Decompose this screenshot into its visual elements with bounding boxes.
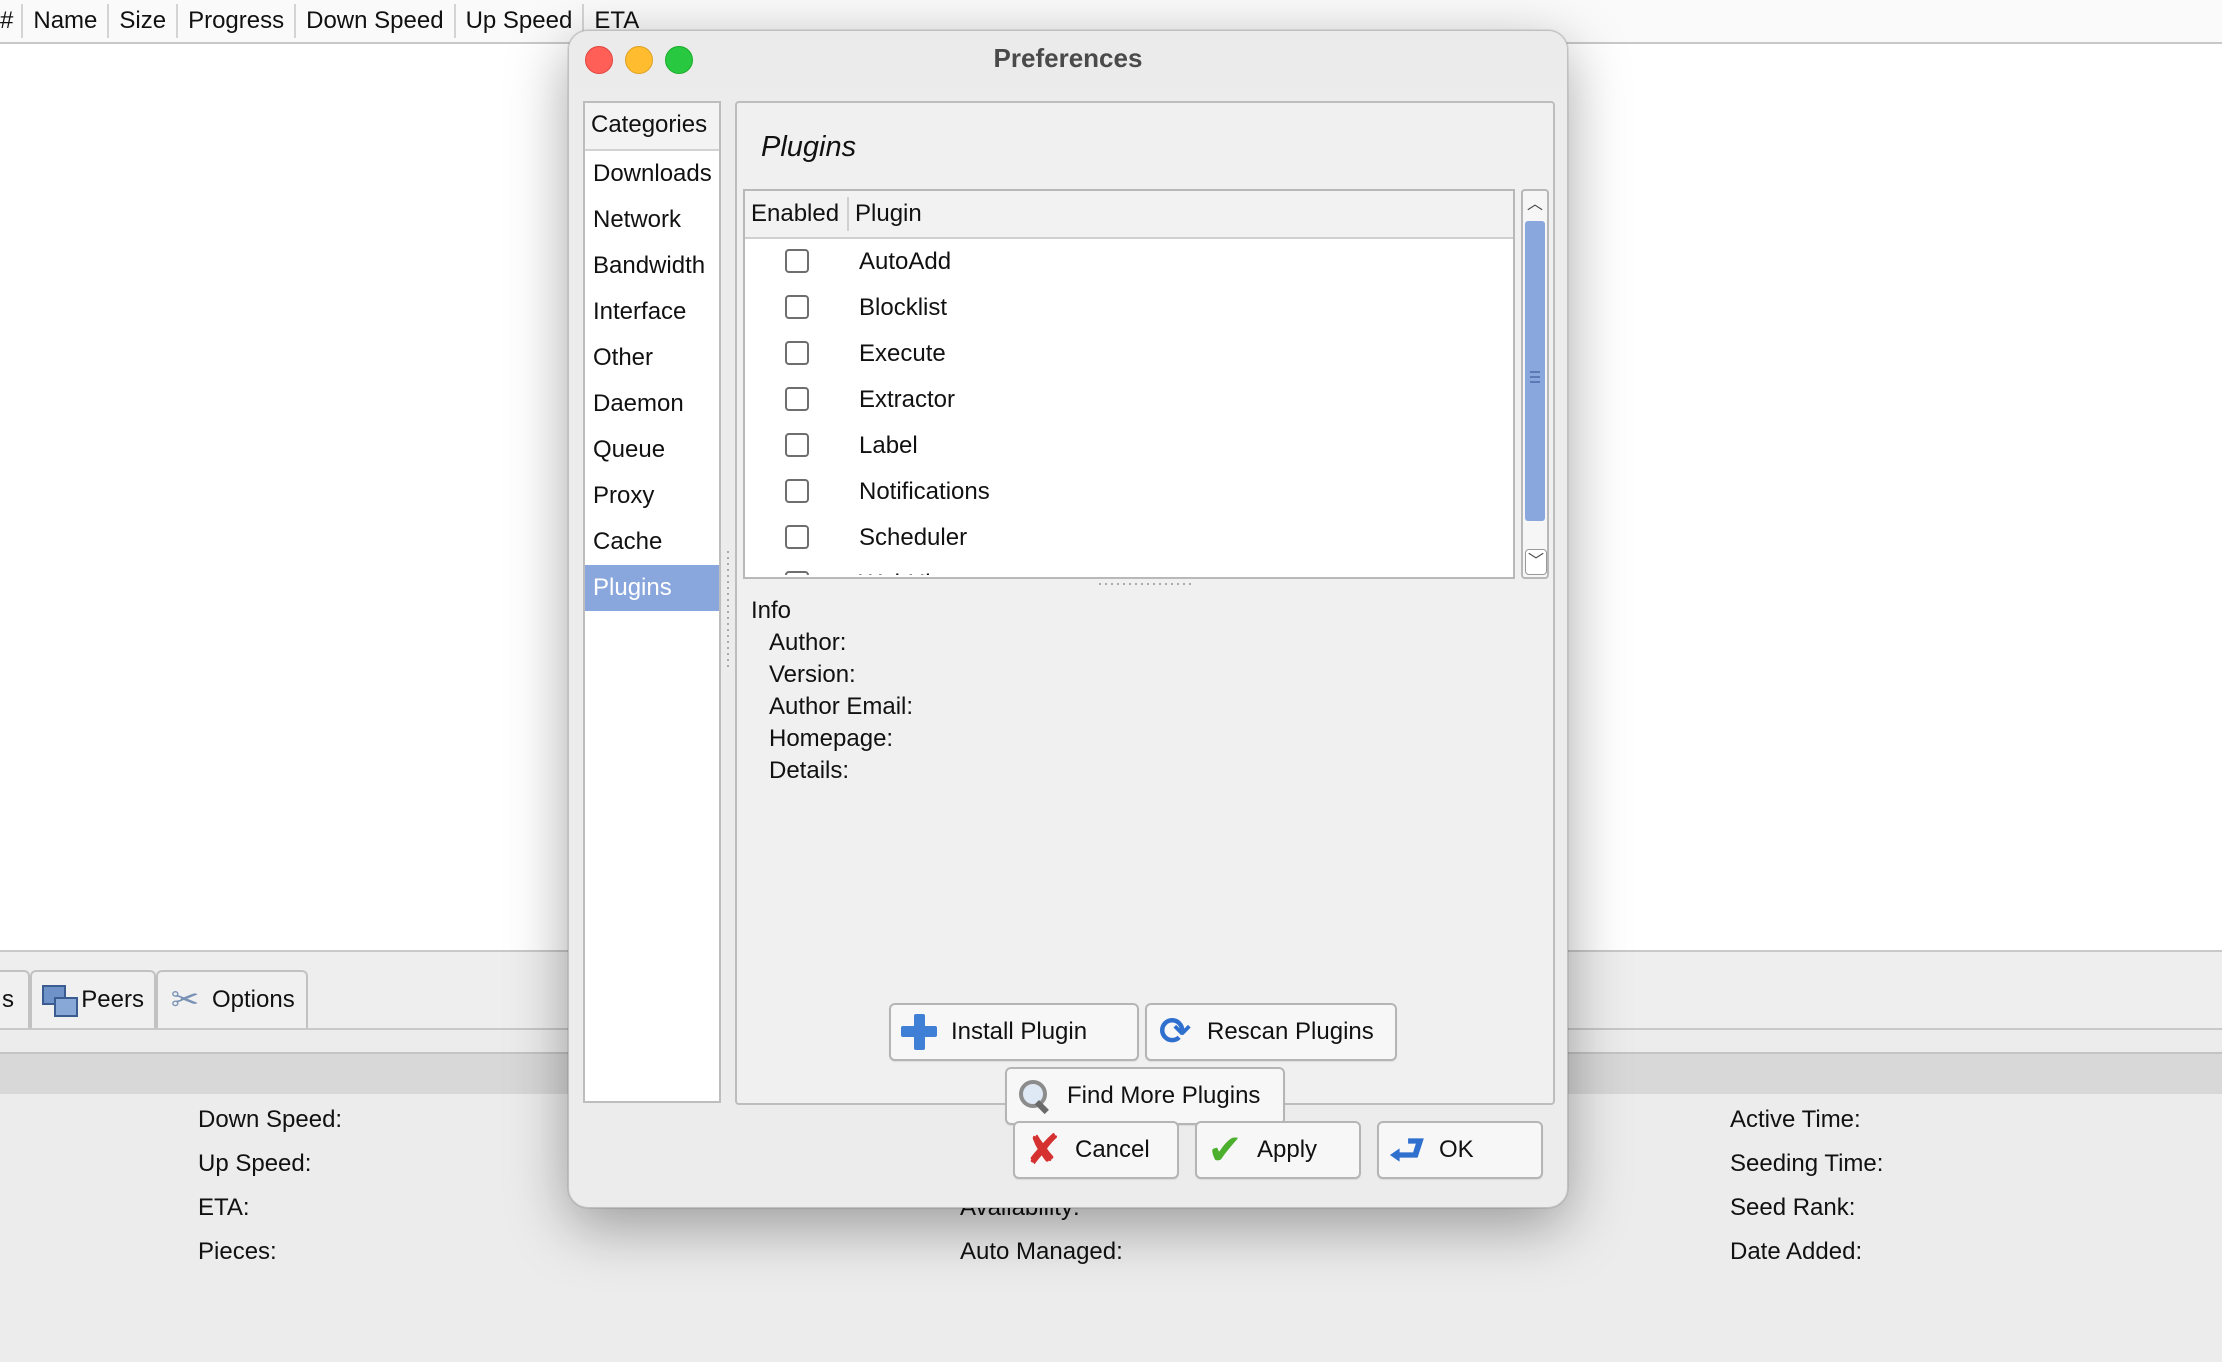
plugin-name: Extractor [859,386,956,413]
apply-button[interactable]: ✔ Apply [1195,1121,1361,1179]
grip-icon [1530,371,1540,386]
plugin-enabled-checkbox[interactable] [785,387,809,411]
plugin-name: Scheduler [859,524,968,551]
table-row[interactable]: Extractor [745,377,1513,423]
info-author: Author: [769,629,847,656]
scroll-up-icon[interactable]: ︿ [1525,193,1545,217]
category-plugins[interactable]: Plugins [585,565,719,611]
info-homepage: Homepage: [769,725,894,752]
info-title: Info [751,597,792,624]
info-author-email: Author Email: [769,693,914,720]
rescan-plugins-button[interactable]: ⟳ Rescan Plugins [1145,1003,1397,1061]
category-bandwidth[interactable]: Bandwidth [585,243,719,289]
tab-files-label: s [2,986,14,1013]
tab-options-label: Options [212,986,295,1013]
tab-peers-label: Peers [81,986,144,1013]
category-interface[interactable]: Interface [585,289,719,335]
info-version: Version: [769,661,856,688]
plugin-enabled-checkbox[interactable] [785,249,809,273]
info-splitter[interactable] [1099,583,1195,589]
table-row[interactable]: Notifications [745,469,1513,515]
cancel-button[interactable]: ✘ Cancel [1013,1121,1179,1179]
detail-pieces: Pieces: [198,1238,277,1265]
ok-button[interactable]: ⮐ OK [1377,1121,1543,1179]
plugin-table: Enabled Plugin AutoAdd Blocklist Execute… [743,189,1515,579]
find-more-plugins-button[interactable]: Find More Plugins [1005,1067,1285,1125]
detail-auto-managed: Auto Managed: [960,1238,1123,1265]
category-network[interactable]: Network [585,197,719,243]
find-more-plugins-label: Find More Plugins [1067,1082,1261,1109]
table-row[interactable]: AutoAdd [745,239,1513,285]
detail-up-speed: Up Speed: [198,1150,312,1177]
plugin-table-header: Enabled Plugin [745,191,1513,239]
category-queue[interactable]: Queue [585,427,719,473]
panel-title: Plugins [761,131,857,163]
detail-date-added: Date Added: [1730,1238,1863,1265]
plugin-enabled-checkbox[interactable] [785,571,809,575]
plugin-name: Execute [859,340,946,367]
cancel-label: Cancel [1075,1136,1150,1163]
info-details: Details: [769,757,850,784]
magnifier-icon [1015,1076,1055,1116]
plugin-name: Notifications [859,478,990,505]
category-other[interactable]: Other [585,335,719,381]
tab-peers[interactable]: Peers [30,970,156,1028]
detail-eta: ETA: [198,1194,250,1221]
categories-list: Categories Downloads Network Bandwidth I… [583,101,721,1103]
plugin-enabled-checkbox[interactable] [785,479,809,503]
plugin-enabled-checkbox[interactable] [785,525,809,549]
plugin-name: AutoAdd [859,248,952,275]
return-arrow-icon: ⮐ [1389,1128,1425,1172]
dialog-title: Preferences [993,43,1143,73]
detail-down-speed: Down Speed: [198,1106,343,1133]
column-enabled[interactable]: Enabled [745,197,849,231]
category-cache[interactable]: Cache [585,519,719,565]
table-row[interactable]: Execute [745,331,1513,377]
peers-icon [40,981,79,1019]
plugin-name: WebUi [859,561,931,575]
scroll-down-icon[interactable]: ﹀ [1525,549,1547,575]
table-row[interactable]: Blocklist [745,285,1513,331]
preferences-dialog: Preferences Categories Downloads Network… [568,30,1568,1208]
table-row[interactable]: Scheduler [745,515,1513,561]
rescan-plugins-label: Rescan Plugins [1207,1018,1374,1045]
plugin-table-scrollbar[interactable]: ︿ ﹀ [1521,189,1549,579]
category-downloads[interactable]: Downloads [585,151,719,197]
table-row[interactable]: WebUi [745,561,1513,575]
install-plugin-button[interactable]: Install Plugin [889,1003,1139,1061]
tab-files[interactable]: s [0,970,30,1028]
tab-options[interactable]: ✂ Options [156,970,308,1028]
table-row[interactable]: Label [745,423,1513,469]
plus-icon [899,1012,939,1052]
detail-seeding-time: Seeding Time: [1730,1150,1884,1177]
cancel-x-icon: ✘ [1025,1126,1061,1173]
dialog-titlebar[interactable]: Preferences [569,31,1567,87]
apply-label: Apply [1257,1136,1318,1163]
refresh-icon: ⟳ [1159,1011,1191,1053]
options-icon: ✂ [170,981,200,1019]
ok-label: OK [1439,1136,1474,1163]
category-daemon[interactable]: Daemon [585,381,719,427]
column-plugin[interactable]: Plugin [849,197,922,231]
column-up-speed[interactable]: Up Speed [456,4,585,38]
plugin-enabled-checkbox[interactable] [785,433,809,457]
plugin-enabled-checkbox[interactable] [785,295,809,319]
install-plugin-label: Install Plugin [951,1018,1088,1045]
column-size[interactable]: Size [109,4,179,38]
pane-splitter[interactable] [725,551,731,681]
column-down-speed[interactable]: Down Speed [296,4,456,38]
scrollbar-thumb[interactable] [1525,221,1545,521]
plugin-name: Blocklist [859,294,948,321]
category-proxy[interactable]: Proxy [585,473,719,519]
column-number[interactable]: # [0,4,24,38]
categories-header: Categories [585,103,719,151]
plugins-panel: Plugins Enabled Plugin AutoAdd Blocklist… [735,101,1555,1125]
plugin-enabled-checkbox[interactable] [785,341,809,365]
detail-seed-rank: Seed Rank: [1730,1194,1856,1221]
plugin-name: Label [859,432,918,459]
column-progress[interactable]: Progress [178,4,297,38]
checkmark-icon: ✔ [1207,1126,1243,1173]
column-name[interactable]: Name [23,4,110,38]
detail-active-time: Active Time: [1730,1106,1861,1133]
